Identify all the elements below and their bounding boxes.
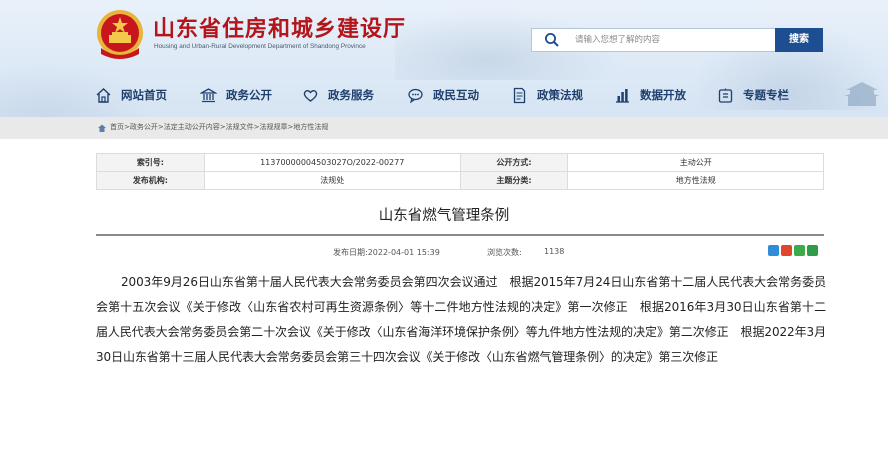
disclosure-method-value: 主动公开 bbox=[567, 153, 824, 172]
folder-icon bbox=[718, 88, 733, 103]
nav-item-policies[interactable]: 政策法规 bbox=[511, 84, 583, 106]
index-number-value: 11370000004503027O/2022-00277 bbox=[203, 153, 461, 172]
search-box bbox=[531, 28, 777, 52]
home-icon bbox=[96, 87, 111, 103]
category-label: 主题分类: bbox=[459, 171, 569, 190]
document-meta-table: 索引号: 11370000004503027O/2022-00277 公开方式:… bbox=[96, 153, 824, 190]
nav-item-label: 政民互动 bbox=[433, 88, 479, 102]
nav-item-label: 专题专栏 bbox=[743, 88, 789, 102]
nav-item-label: 网站首页 bbox=[121, 88, 167, 102]
main-nav: 网站首页 政务公开 政务服务 政民互动 政策法规 数据开放 专题专栏 bbox=[95, 84, 835, 106]
category-value: 地方性法规 bbox=[567, 171, 824, 190]
document-icon bbox=[513, 87, 526, 103]
nav-item-government-affairs[interactable]: 政务公开 bbox=[200, 84, 272, 106]
search-button[interactable]: 搜索 bbox=[775, 28, 823, 52]
table-row: 发布机构: 法规处 主题分类: 地方性法规 bbox=[96, 171, 824, 190]
heart-hands-icon bbox=[303, 89, 318, 102]
page-title: 山东省燃气管理条例 bbox=[378, 208, 510, 224]
nav-item-government-services[interactable]: 政务服务 bbox=[302, 84, 374, 106]
index-number-label: 索引号: bbox=[96, 153, 205, 172]
share-buttons bbox=[768, 245, 818, 256]
title-divider bbox=[96, 234, 824, 236]
site-subtitle: Housing and Urban-Rural Development Depa… bbox=[154, 43, 366, 50]
government-building-icon bbox=[200, 87, 217, 102]
share-wechat-icon[interactable] bbox=[794, 245, 805, 256]
nav-item-label: 政策法规 bbox=[537, 88, 583, 102]
nav-item-label: 数据开放 bbox=[640, 88, 686, 102]
views-label: 浏览次数: bbox=[487, 248, 522, 257]
home-icon bbox=[98, 124, 106, 132]
search-icon bbox=[545, 33, 559, 47]
breadcrumb[interactable]: 首页>政务公开>法定主动公开内容>法规文件>法规规章>地方性法规 bbox=[110, 122, 328, 132]
share-qzone-icon[interactable] bbox=[768, 245, 779, 256]
nav-item-home[interactable]: 网站首页 bbox=[95, 84, 167, 106]
site-title[interactable]: 山东省住房和城乡建设厅 bbox=[153, 11, 406, 43]
site-header: 山东省住房和城乡建设厅 Housing and Urban-Rural Deve… bbox=[0, 0, 888, 117]
nav-item-label: 政务公开 bbox=[226, 88, 272, 102]
publish-date: 发布日期:2022-04-01 15:39 bbox=[333, 248, 440, 257]
bar-chart-icon bbox=[616, 88, 629, 103]
share-weibo-icon[interactable] bbox=[781, 245, 792, 256]
nav-item-special-topics[interactable]: 专题专栏 bbox=[717, 84, 789, 106]
share-douban-icon[interactable] bbox=[807, 245, 818, 256]
article-body: 2003年9月26日山东省第十届人民代表大会常务委员会第四次会议通过 根据201… bbox=[96, 275, 826, 364]
pagoda-decoration-icon bbox=[844, 82, 880, 106]
chat-icon bbox=[408, 88, 423, 103]
views-count: 1138 bbox=[544, 247, 565, 256]
national-emblem-icon[interactable] bbox=[95, 8, 145, 60]
disclosure-method-label: 公开方式: bbox=[459, 153, 569, 172]
nav-item-open-data[interactable]: 数据开放 bbox=[614, 84, 686, 106]
nav-item-interaction[interactable]: 政民互动 bbox=[407, 84, 479, 106]
search-input[interactable] bbox=[575, 32, 770, 48]
issuer-label: 发布机构: bbox=[96, 171, 205, 190]
table-row: 索引号: 11370000004503027O/2022-00277 公开方式:… bbox=[96, 153, 824, 172]
breadcrumb-bar: 首页>政务公开>法定主动公开内容>法规文件>法规规章>地方性法规 bbox=[0, 117, 888, 139]
nav-item-label: 政务服务 bbox=[328, 88, 374, 102]
issuer-value: 法规处 bbox=[203, 171, 461, 190]
